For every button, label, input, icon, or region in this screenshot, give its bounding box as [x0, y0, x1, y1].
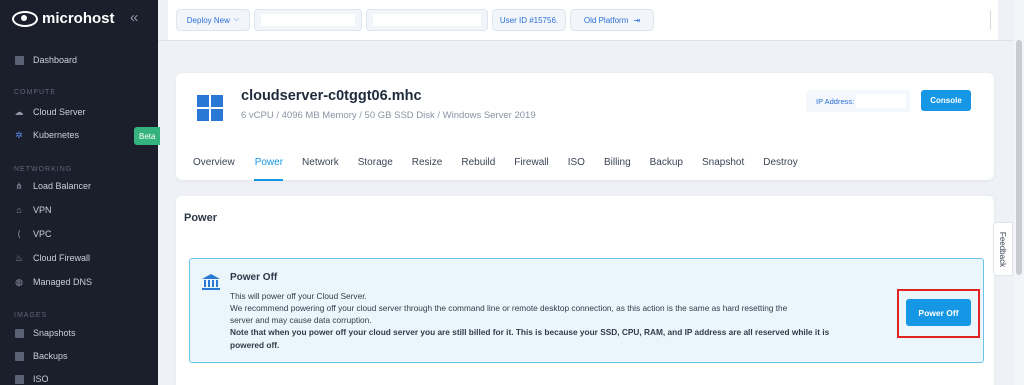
globe-icon: ◍	[15, 276, 23, 287]
active-tab-indicator	[254, 179, 283, 181]
feedback-label: Feedback	[998, 231, 1008, 267]
sidebar-item-iso[interactable]: ISO	[0, 368, 158, 385]
tab-power[interactable]: Power	[255, 157, 283, 168]
old-platform-button[interactable]: Old Platform ⇥	[570, 9, 654, 31]
ip-address-value	[856, 94, 906, 108]
user-id-pill: User ID #15756.	[492, 9, 566, 31]
notice-warning: powered off.	[230, 340, 280, 350]
scrollbar-thumb[interactable]	[1016, 40, 1022, 275]
section-title-networking: NETWORKING	[14, 166, 73, 173]
exit-icon: ⇥	[633, 15, 641, 25]
sidebar-item-cloud-server[interactable]: ☁ Cloud Server	[0, 101, 158, 123]
sidebar-item-managed-dns[interactable]: ◍ Managed DNS	[0, 271, 158, 293]
kubernetes-icon: ✲	[15, 129, 23, 140]
sidebar-item-label: Kubernetes	[33, 130, 80, 140]
power-off-button[interactable]: Power Off	[906, 299, 971, 326]
sidebar-item-label: Cloud Server	[33, 107, 86, 117]
tab-resize[interactable]: Resize	[412, 157, 443, 168]
divider	[158, 40, 1024, 41]
console-button[interactable]: Console	[921, 90, 971, 111]
notice-text: This will power off your Cloud Server.	[230, 291, 367, 301]
sidebar-item-label: Cloud Firewall	[33, 253, 91, 263]
sidebar-item-vpn[interactable]: ⌂ VPN	[0, 199, 158, 221]
cloud-icon: ☁	[14, 106, 24, 117]
notice-title: Power Off	[230, 272, 278, 283]
old-platform-label: Old Platform	[583, 15, 629, 25]
tab-rebuild[interactable]: Rebuild	[461, 157, 495, 168]
load-balancer-icon: ⋔	[15, 180, 23, 191]
tab-destroy[interactable]: Destroy	[763, 157, 797, 168]
sidebar-item-load-balancer[interactable]: ⋔ Load Balancer	[0, 175, 158, 197]
tab-overview[interactable]: Overview	[193, 157, 235, 168]
server-name: cloudserver-c0tggt06.mhc	[241, 88, 422, 104]
share-icon: ⟨	[17, 228, 21, 239]
firewall-icon: ♨	[14, 252, 24, 263]
tab-backup[interactable]: Backup	[650, 157, 683, 168]
divider	[990, 10, 991, 30]
section-title-compute: COMPUTE	[14, 89, 56, 96]
sidebar-item-cloud-firewall[interactable]: ♨ Cloud Firewall	[0, 247, 158, 269]
lock-icon: ⌂	[16, 205, 22, 215]
brand-name: microhost	[42, 10, 115, 27]
notice-text: server and may cause data corruption.	[230, 315, 372, 325]
tab-storage[interactable]: Storage	[358, 157, 393, 168]
tab-snapshot[interactable]: Snapshot	[702, 157, 744, 168]
feedback-tab[interactable]: Feedback	[993, 222, 1013, 276]
bank-icon	[202, 274, 220, 290]
backup-icon	[14, 351, 24, 361]
snapshot-icon	[14, 328, 24, 338]
chevron-down-icon: ⌵	[233, 16, 240, 23]
notice-warning: Note that when you power off your cloud …	[230, 327, 830, 337]
collapse-sidebar-icon[interactable]: «	[130, 9, 138, 26]
sidebar-item-label: VPN	[33, 205, 52, 215]
sidebar-item-label: VPC	[33, 229, 52, 239]
user-id-text: User ID #15756.	[499, 15, 559, 25]
sidebar-item-label: Load Balancer	[33, 181, 92, 191]
tab-iso[interactable]: ISO	[568, 157, 585, 168]
dashboard-icon	[14, 55, 24, 65]
sidebar-item-label: Dashboard	[33, 55, 78, 65]
deploy-new-dropdown[interactable]: Deploy New ⌵	[176, 9, 250, 31]
redacted-field	[254, 9, 362, 31]
tab-billing[interactable]: Billing	[604, 157, 631, 168]
beta-badge: Beta	[134, 127, 160, 145]
sidebar-item-snapshots[interactable]: Snapshots	[0, 322, 158, 344]
section-title-images: IMAGES	[14, 312, 48, 319]
logo-icon	[12, 10, 38, 27]
server-tabs: Overview Power Network Storage Resize Re…	[193, 157, 798, 168]
sidebar-item-label: Managed DNS	[33, 277, 93, 287]
windows-icon	[197, 95, 223, 121]
server-spec: 6 vCPU / 4096 MB Memory / 50 GB SSD Disk…	[241, 110, 536, 121]
sidebar-item-label: Backups	[33, 351, 68, 361]
tab-network[interactable]: Network	[302, 157, 339, 168]
section-title: Power	[184, 212, 218, 224]
logo[interactable]: microhost	[12, 10, 115, 27]
disc-icon	[14, 374, 24, 384]
deploy-new-label: Deploy New	[186, 15, 230, 25]
sidebar-item-backups[interactable]: Backups	[0, 345, 158, 367]
tab-firewall[interactable]: Firewall	[514, 157, 548, 168]
sidebar-item-label: Snapshots	[33, 328, 76, 338]
sidebar: microhost « Dashboard COMPUTE ☁ Cloud Se…	[0, 0, 160, 385]
ip-address-label: IP Address:	[816, 96, 855, 106]
notice-text: We recommend powering off your cloud ser…	[230, 303, 788, 313]
redacted-field	[366, 9, 488, 31]
sidebar-item-dashboard[interactable]: Dashboard	[0, 49, 158, 71]
sidebar-item-label: ISO	[33, 374, 49, 384]
sidebar-item-vpc[interactable]: ⟨ VPC	[0, 223, 158, 245]
